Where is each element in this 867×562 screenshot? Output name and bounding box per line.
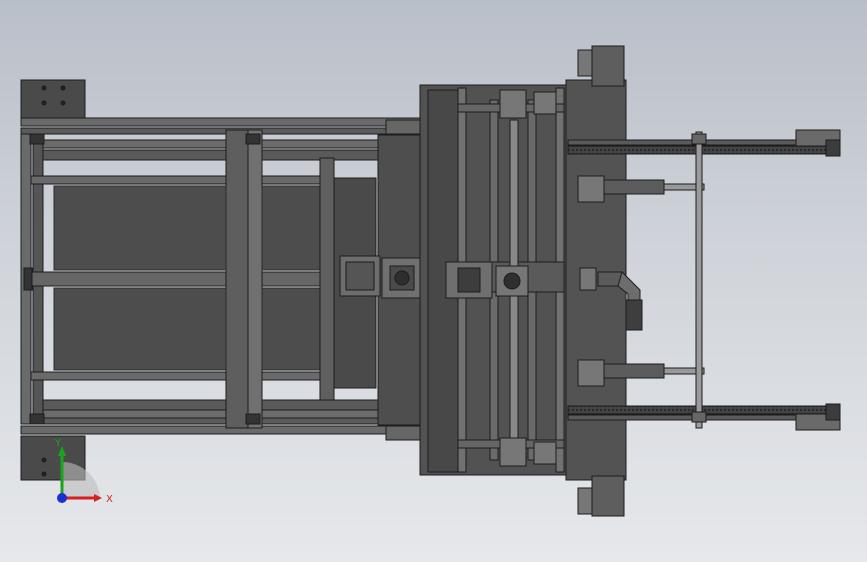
end-plate-bottom bbox=[591, 475, 625, 517]
end-plate-top bbox=[591, 45, 625, 87]
cad-viewport[interactable]: Y X bbox=[0, 0, 867, 562]
assembly-drawing: Y X bbox=[20, 45, 841, 517]
vertical-shaft bbox=[691, 131, 707, 429]
triad-x-label: X bbox=[106, 494, 113, 505]
triad-y-label: Y bbox=[54, 438, 62, 449]
center-drive-carriage bbox=[319, 119, 423, 441]
